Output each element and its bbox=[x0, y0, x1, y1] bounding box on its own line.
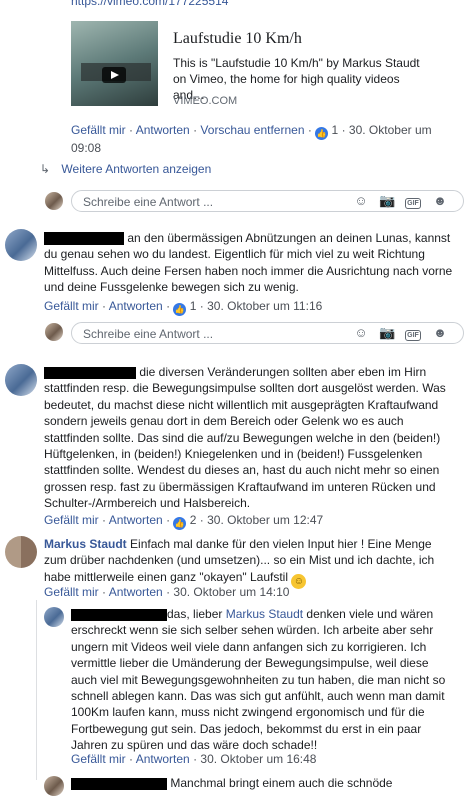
like-link[interactable]: Gefällt mir bbox=[44, 513, 99, 527]
camera-icon[interactable]: 📷 bbox=[379, 194, 395, 208]
comment-body: an den übermässigen Abnützungen an deine… bbox=[44, 230, 454, 296]
like-link[interactable]: Gefällt mir bbox=[44, 299, 99, 313]
shared-link-url[interactable]: https://vimeo.com/177225514 bbox=[71, 0, 228, 8]
gif-icon[interactable]: GIF bbox=[405, 326, 421, 341]
like-count[interactable]: 2 bbox=[190, 513, 197, 527]
avatar[interactable] bbox=[45, 192, 63, 210]
like-link[interactable]: Gefällt mir bbox=[71, 752, 126, 766]
reply-link[interactable]: Antworten bbox=[136, 752, 190, 766]
avatar[interactable] bbox=[5, 364, 37, 396]
commenter-name-tail: das bbox=[167, 607, 187, 621]
timestamp[interactable]: 30. Oktober um 14:10 bbox=[173, 585, 289, 599]
comment-body: das, lieber Markus Staudt denken viele u… bbox=[71, 607, 446, 753]
avatar[interactable] bbox=[45, 323, 63, 341]
preview-domain: VIMEO.COM bbox=[173, 95, 238, 107]
comment-actions: Gefällt mir · Antworten · 👍 2 · 30. Okto… bbox=[44, 513, 324, 530]
like-icon: 👍 bbox=[315, 127, 329, 140]
like-count[interactable]: 1 bbox=[332, 123, 339, 137]
sticker-icon[interactable]: ☻ bbox=[432, 326, 448, 340]
reply-link[interactable]: Antworten bbox=[109, 299, 163, 313]
reply-input[interactable]: Schreibe eine Antwort ... ☺ 📷 GIF ☻ bbox=[71, 190, 464, 212]
avatar[interactable] bbox=[5, 536, 37, 568]
redacted-name bbox=[44, 366, 136, 379]
emoji-icon[interactable]: ☺ bbox=[353, 194, 369, 208]
emoji-icon[interactable]: ☺ bbox=[353, 326, 369, 340]
comment-text: denken viele und wären erschreckt wenn s… bbox=[71, 607, 446, 753]
more-replies-link[interactable]: ↳ Weitere Antworten anzeigen bbox=[40, 162, 211, 176]
comment-actions: Gefällt mir · Antworten · 30. Oktober um… bbox=[71, 752, 317, 766]
link-preview-card[interactable]: Laufstudie 10 Km/h This is "Laufstudie 1… bbox=[71, 16, 431, 116]
comment-text: die diversen Veränderungen sollten aber … bbox=[44, 365, 446, 511]
like-link[interactable]: Gefällt mir bbox=[44, 585, 99, 599]
timestamp[interactable]: 30. Oktober um 12:47 bbox=[207, 513, 323, 527]
reply-arrow-icon: ↳ bbox=[40, 162, 51, 176]
comment-actions: Gefällt mir · Antworten · 30. Oktober um… bbox=[44, 585, 290, 599]
comment-body: Manchmal bringt einem auch die schnöde bbox=[71, 775, 457, 791]
video-thumbnail[interactable] bbox=[71, 21, 158, 106]
redacted-name bbox=[71, 608, 167, 621]
comment-actions: Gefällt mir · Antworten · Vorschau entfe… bbox=[71, 123, 432, 155]
comment-body: die diversen Veränderungen sollten aber … bbox=[44, 364, 454, 512]
sticker-icon[interactable]: ☻ bbox=[432, 194, 448, 208]
comment-text: Manchmal bringt einem auch die schnöde bbox=[170, 776, 393, 790]
like-link[interactable]: Gefällt mir bbox=[71, 123, 126, 137]
avatar[interactable] bbox=[44, 776, 64, 796]
comment-actions: Gefällt mir · Antworten · 👍 1 · 30. Okto… bbox=[44, 299, 323, 316]
reply-link[interactable]: Antworten bbox=[136, 123, 190, 137]
comment-body: Markus Staudt Einfach mal danke für den … bbox=[44, 536, 454, 589]
timestamp[interactable]: 30. Oktober um 11:16 bbox=[207, 299, 322, 313]
like-icon: 👍 bbox=[173, 517, 187, 530]
avatar[interactable] bbox=[5, 229, 37, 261]
camera-icon[interactable]: 📷 bbox=[379, 326, 395, 340]
play-icon bbox=[102, 67, 126, 83]
redacted-name bbox=[71, 777, 167, 790]
redacted-name bbox=[44, 232, 124, 246]
commenter-name[interactable]: Markus Staudt bbox=[44, 537, 127, 551]
reply-input[interactable]: Schreibe eine Antwort ... ☺ 📷 GIF ☻ bbox=[71, 322, 464, 344]
like-icon: 👍 bbox=[173, 303, 187, 316]
reply-link[interactable]: Antworten bbox=[109, 585, 163, 599]
preview-title[interactable]: Laufstudie 10 Km/h bbox=[173, 30, 302, 48]
avatar[interactable] bbox=[44, 607, 64, 627]
remove-preview-link[interactable]: Vorschau entfernen bbox=[200, 123, 304, 137]
mention-link[interactable]: Markus Staudt bbox=[226, 607, 303, 621]
timestamp[interactable]: 30. Oktober um 16:48 bbox=[200, 752, 316, 766]
smiley-emoji-icon: ☺ bbox=[291, 573, 307, 589]
reply-link[interactable]: Antworten bbox=[109, 513, 163, 527]
thread-line bbox=[36, 600, 37, 780]
gif-icon[interactable]: GIF bbox=[405, 194, 421, 209]
like-count[interactable]: 1 bbox=[190, 299, 197, 313]
